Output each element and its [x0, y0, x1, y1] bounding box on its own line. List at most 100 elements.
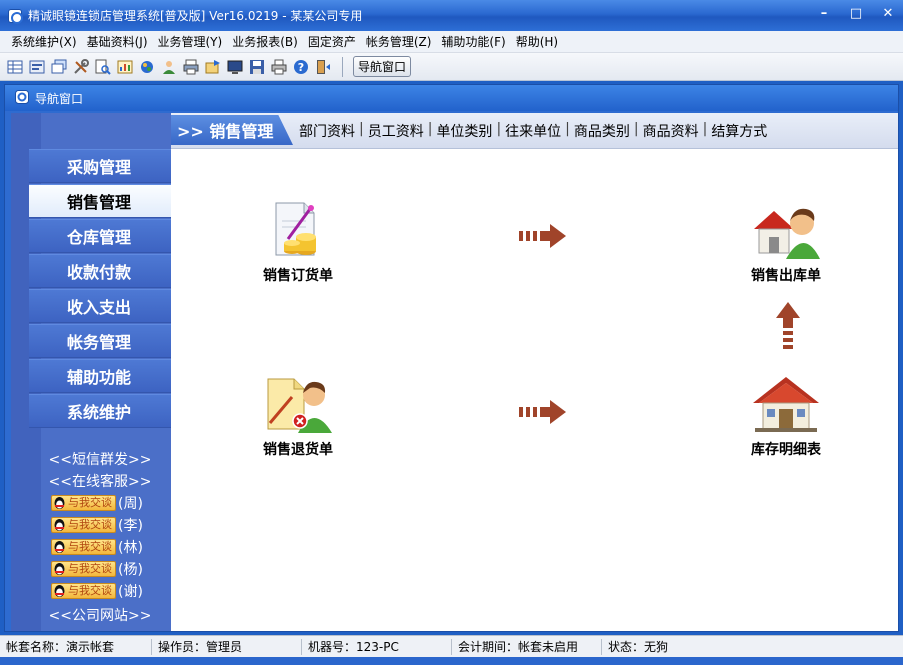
- link-product-types[interactable]: 商品类别: [574, 121, 630, 141]
- qq-chat-badge[interactable]: 与我交谈: [51, 539, 116, 555]
- sales-return-label: 销售退货单: [263, 442, 333, 458]
- qq-penguin-icon: [54, 519, 65, 531]
- qq-contact-xie[interactable]: 与我交谈 (谢): [51, 581, 143, 601]
- sidebar-item-system[interactable]: 系统维护: [29, 394, 171, 428]
- qq-chat-badge[interactable]: 与我交谈: [51, 495, 116, 511]
- link-partners[interactable]: 往来单位: [505, 121, 561, 141]
- section-title: >> 销售管理: [171, 115, 293, 145]
- toolbar: ? 导航窗口: [0, 53, 903, 81]
- color-icon[interactable]: [138, 58, 156, 76]
- inventory-detail-item[interactable]: 库存明细表: [741, 373, 831, 459]
- link-separator: |: [359, 121, 364, 137]
- sidebar-item-income-expense[interactable]: 收入支出: [29, 289, 171, 323]
- qq-contact-zhou[interactable]: 与我交谈 (周): [51, 493, 143, 513]
- menu-accounts[interactable]: 帐务管理(Z): [361, 33, 437, 50]
- qq-contact-name: (谢): [118, 584, 143, 600]
- tools-icon[interactable]: [72, 58, 90, 76]
- sales-outbound-icon: [754, 208, 820, 259]
- qq-badge-label: 与我交谈: [68, 540, 112, 553]
- qq-contact-name: (李): [118, 518, 143, 534]
- search-doc-icon[interactable]: [94, 58, 112, 76]
- header-links: 部门资料 | 员工资料 | 单位类别 | 往来单位 | 商品类别 | 商品资料 | 结算方式: [299, 121, 767, 141]
- exit-icon[interactable]: [314, 58, 332, 76]
- save-icon[interactable]: [248, 58, 266, 76]
- sales-outbound-item[interactable]: 销售出库单: [741, 199, 831, 285]
- link-separator: |: [427, 121, 433, 137]
- app-icon: [8, 8, 23, 24]
- qq-penguin-icon: [54, 563, 65, 575]
- menu-fixed-assets[interactable]: 固定资产: [303, 33, 361, 50]
- sidebar-item-sales[interactable]: 销售管理: [29, 184, 171, 218]
- sidebar-item-purchase[interactable]: 采购管理: [29, 149, 171, 183]
- menu-reports[interactable]: 业务报表(B): [227, 33, 303, 50]
- sms-link[interactable]: <<短信群发>>: [29, 449, 171, 469]
- printer-icon[interactable]: [270, 58, 288, 76]
- sidebar-item-payments[interactable]: 收款付款: [29, 254, 171, 288]
- arrow-up-icon: [776, 302, 800, 349]
- link-products[interactable]: 商品资料: [643, 121, 699, 141]
- qq-badge-label: 与我交谈: [68, 518, 112, 531]
- print-preview-icon[interactable]: [182, 58, 200, 76]
- sidebar-item-warehouse[interactable]: 仓库管理: [29, 219, 171, 253]
- nav-window-icon: [15, 89, 29, 107]
- link-separator: |: [565, 121, 570, 137]
- users-icon[interactable]: [160, 58, 178, 76]
- report-icon[interactable]: [116, 58, 134, 76]
- status-machine: 机器号：123-PC: [302, 638, 452, 655]
- export-icon[interactable]: [204, 58, 222, 76]
- menu-tools[interactable]: 辅助功能(F): [436, 33, 510, 50]
- menu-business[interactable]: 业务管理(Y): [153, 33, 228, 50]
- form-icon[interactable]: [28, 58, 46, 76]
- link-unit-types[interactable]: 单位类别: [436, 121, 492, 141]
- toolbar-separator: [342, 56, 343, 77]
- menu-bar: 系统维护(X) 基础资料(J) 业务管理(Y) 业务报表(B) 固定资产 帐务管…: [0, 31, 903, 53]
- nav-window-title: 导航窗口: [35, 91, 84, 106]
- qq-penguin-icon: [54, 497, 65, 509]
- sales-order-label: 销售订货单: [263, 268, 333, 284]
- sales-order-item[interactable]: 销售订货单: [253, 199, 343, 285]
- qq-chat-badge[interactable]: 与我交谈: [51, 517, 116, 533]
- title-bar: 精诚眼镜连锁店管理系统[普及版] Ver16.0219 - 某某公司专用 – □…: [0, 0, 903, 31]
- link-departments[interactable]: 部门资料: [299, 121, 355, 141]
- bottom-strip: [0, 657, 903, 665]
- minimize-button[interactable]: –: [817, 6, 831, 22]
- arrow-right-icon: [519, 224, 566, 248]
- sales-outbound-label: 销售出库单: [751, 268, 821, 284]
- menu-system[interactable]: 系统维护(X): [6, 33, 82, 50]
- online-service-link[interactable]: <<在线客服>>: [29, 471, 171, 491]
- menu-basic-data[interactable]: 基础资料(J): [82, 33, 153, 50]
- close-button[interactable]: ✕: [881, 6, 895, 22]
- arrow-right-icon: [519, 400, 566, 424]
- sidebar: 采购管理 销售管理 仓库管理 收款付款 收入支出 帐务管理 辅助功能 系统维护 …: [11, 113, 171, 631]
- nav-window: 导航窗口 采购管理 销售管理 仓库管理 收款付款 收入支出 帐务管理 辅助功能 …: [4, 84, 899, 632]
- sidebar-item-tools[interactable]: 辅助功能: [29, 359, 171, 393]
- sidebar-item-accounts[interactable]: 帐务管理: [29, 324, 171, 358]
- qq-contact-lin[interactable]: 与我交谈 (林): [51, 537, 143, 557]
- link-employees[interactable]: 员工资料: [368, 121, 424, 141]
- link-separator: |: [633, 121, 639, 137]
- qq-badge-label: 与我交谈: [68, 496, 112, 509]
- content-panel: >> 销售管理 部门资料 | 员工资料 | 单位类别 | 往来单位 | 商品类别 | 商品…: [171, 113, 898, 631]
- nav-window-button[interactable]: 导航窗口: [353, 56, 412, 77]
- link-separator: |: [496, 121, 502, 137]
- menu-help[interactable]: 帮助(H): [511, 33, 563, 50]
- maximize-button[interactable]: □: [849, 6, 863, 22]
- qq-chat-badge[interactable]: 与我交谈: [51, 583, 116, 599]
- sales-return-item[interactable]: 销售退货单: [253, 373, 343, 459]
- window-title: 精诚眼镜连锁店管理系统[普及版] Ver16.0219 - 某某公司专用: [28, 9, 363, 23]
- status-state: 状态：无狗: [608, 639, 669, 654]
- monitor-icon[interactable]: [226, 58, 244, 76]
- grid-icon[interactable]: [6, 58, 24, 76]
- qq-chat-badge[interactable]: 与我交谈: [51, 561, 116, 577]
- qq-contact-name: (周): [118, 496, 143, 512]
- window-icon[interactable]: [50, 58, 68, 76]
- qq-contact-yang[interactable]: 与我交谈 (杨): [51, 559, 143, 579]
- help-icon[interactable]: ?: [292, 58, 310, 76]
- link-separator: |: [702, 121, 708, 137]
- qq-penguin-icon: [54, 585, 65, 597]
- svg-text:?: ?: [298, 61, 304, 74]
- link-settlement[interactable]: 结算方式: [711, 121, 767, 141]
- sales-order-icon: [275, 202, 316, 256]
- company-website-link[interactable]: <<公司网站>>: [29, 605, 171, 625]
- qq-contact-li[interactable]: 与我交谈 (李): [51, 515, 143, 535]
